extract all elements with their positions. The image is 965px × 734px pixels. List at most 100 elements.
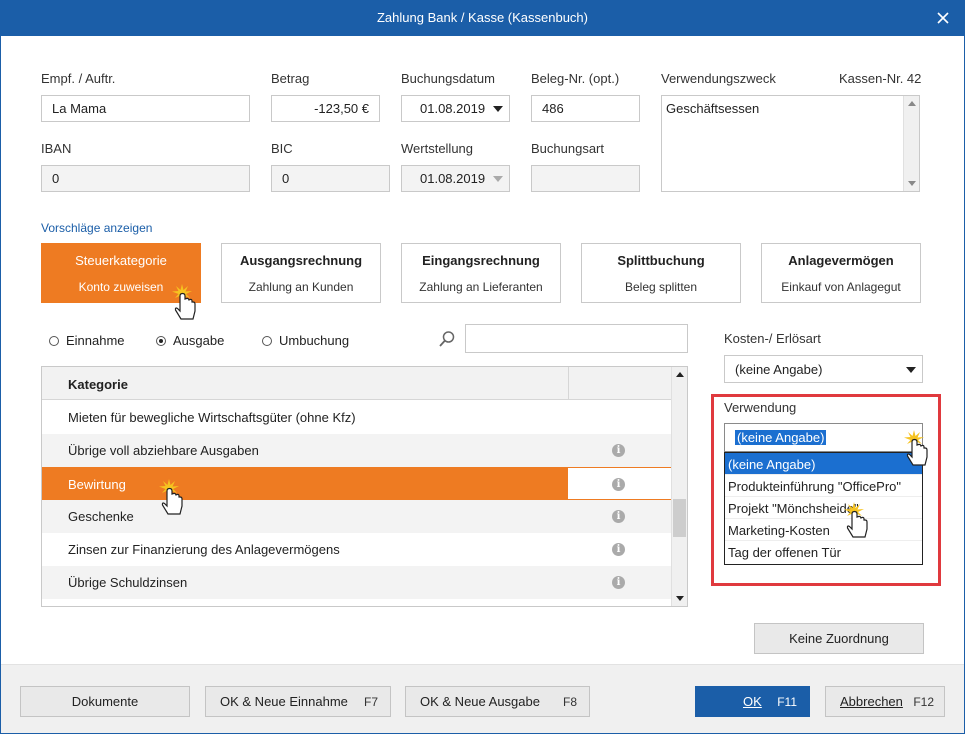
wertstellung-label: Wertstellung (401, 141, 474, 156)
iban-label: IBAN (41, 141, 72, 156)
close-button[interactable] (921, 0, 965, 36)
button-label: Dokumente (71, 694, 139, 709)
verwendung-options-list: (keine Angabe) Produkteinführung "Office… (724, 452, 923, 565)
kosten-label: Kosten-/ Erlösart (724, 331, 821, 346)
scroll-down-icon (908, 181, 916, 186)
bic-input[interactable]: 0 (271, 165, 390, 192)
kassen-nr: Kassen-Nr. 42 (839, 71, 922, 86)
buchungsdatum-label: Buchungsdatum (401, 71, 495, 86)
hand-pointer-icon (172, 284, 196, 320)
chevron-down-icon (906, 367, 916, 373)
radio-circle (262, 335, 272, 346)
buchungsdatum-value: 01.08.2019 (420, 101, 486, 116)
hand-pointer-icon (904, 430, 928, 466)
empf-label: Empf. / Auftr. (41, 71, 116, 86)
verwendung-dropdown[interactable]: (keine Angabe) (724, 423, 923, 452)
buchungsart-label: Buchungsart (531, 141, 604, 156)
shortcut-key: F8 (562, 695, 577, 709)
tile-eingangsrechnung[interactable]: Eingangsrechnung Zahlung an Lieferanten (401, 243, 561, 303)
tile-subtitle: Zahlung an Lieferanten (419, 280, 543, 294)
option-projekt[interactable]: Projekt "Mönchsheide" (725, 497, 922, 519)
table-row[interactable]: Übrige voll abziehbare Ausgaben i (42, 434, 672, 467)
radio-umbuchung[interactable]: Umbuchung (262, 333, 349, 348)
wertstellung-value: 01.08.2019 (420, 171, 486, 186)
scrollbar-thumb[interactable] (673, 499, 686, 537)
row-label: Mieten für bewegliche Wirtschaftsgüter (… (68, 410, 356, 425)
keine-zuordnung-button[interactable]: Keine Zuordnung (754, 623, 924, 654)
table-row[interactable]: Zinsen zur Finanzierung des Anlagevermög… (42, 533, 672, 566)
beleg-input[interactable]: 486 (531, 95, 640, 122)
radio-label: Einnahme (66, 333, 125, 348)
verwendung-value: (keine Angabe) (735, 430, 827, 445)
window-title: Zahlung Bank / Kasse (Kassenbuch) (376, 10, 588, 25)
close-icon (937, 12, 949, 24)
table-row[interactable]: Geschenke i (42, 500, 672, 533)
info-icon[interactable]: i (612, 576, 625, 589)
row-label: Zinsen zur Finanzierung des Anlagevermög… (68, 542, 340, 557)
betrag-input[interactable]: -123,50 € (271, 95, 380, 122)
tile-anlagevermoegen[interactable]: Anlagevermögen Einkauf von Anlagegut (761, 243, 921, 303)
iban-input[interactable]: 0 (41, 165, 250, 192)
verwendungszweck-textarea[interactable]: Geschäftsessen (661, 95, 920, 192)
wertstellung-dropdown[interactable]: 01.08.2019 (401, 165, 510, 192)
table-row[interactable]: Mieten für bewegliche Wirtschaftsgüter (… (42, 401, 672, 434)
kosten-dropdown[interactable]: (keine Angabe) (724, 355, 923, 383)
scroll-up-icon (908, 101, 916, 106)
tile-title: Eingangsrechnung (422, 253, 540, 268)
shortcut-key: F7 (363, 695, 378, 709)
textarea-scrollbar[interactable] (903, 96, 919, 191)
verwendungszweck-label: Verwendungszweck (661, 71, 776, 86)
radio-einnahme[interactable]: Einnahme (49, 333, 125, 348)
info-icon[interactable]: i (612, 478, 625, 491)
row-label: Bewirtung (68, 477, 126, 492)
hand-pointer-icon (844, 502, 868, 538)
ok-button[interactable]: OK F11 (695, 686, 810, 717)
info-icon[interactable]: i (612, 444, 625, 457)
betrag-label: Betrag (271, 71, 310, 86)
column-divider (568, 367, 569, 399)
search-icon (439, 331, 455, 347)
radio-label: Umbuchung (279, 333, 350, 348)
scroll-up-icon (676, 372, 684, 377)
ok-neue-einnahme-button[interactable]: OK & Neue Einnahme F7 (205, 686, 391, 717)
row-label: Geschenke (68, 509, 134, 524)
option-keine-angabe[interactable]: (keine Angabe) (725, 453, 922, 475)
radio-circle (49, 335, 59, 346)
chevron-down-icon (493, 106, 503, 112)
kosten-value: (keine Angabe) (735, 361, 823, 377)
info-icon[interactable]: i (612, 510, 625, 523)
ok-neue-ausgabe-button[interactable]: OK & Neue Ausgabe F8 (405, 686, 590, 717)
verwendung-label: Verwendung (724, 400, 797, 415)
option-marketing[interactable]: Marketing-Kosten (725, 519, 922, 541)
option-tag-der-offenen-tuer[interactable]: Tag der offenen Tür (725, 541, 922, 563)
button-label: Abbrechen (840, 694, 903, 709)
abbrechen-button[interactable]: Abbrechen F12 (825, 686, 945, 717)
scroll-down-icon (676, 596, 684, 601)
tile-ausgangsrechnung[interactable]: Ausgangsrechnung Zahlung an Kunden (221, 243, 381, 303)
radio-ausgabe[interactable]: Ausgabe (156, 333, 224, 348)
beleg-label: Beleg-Nr. (opt.) (531, 71, 620, 86)
bic-label: BIC (271, 141, 293, 156)
button-label: OK & Neue Ausgabe (420, 694, 540, 709)
info-icon[interactable]: i (612, 543, 625, 556)
table-scrollbar[interactable] (671, 367, 687, 606)
shortcut-key: F12 (913, 695, 934, 709)
option-produkteinfuehrung[interactable]: Produkteinführung "OfficePro" (725, 475, 922, 497)
shortcut-key: F11 (777, 695, 797, 709)
empf-input[interactable]: La Mama (41, 95, 250, 122)
table-row[interactable]: Übrige Schuldzinsen i (42, 566, 672, 599)
hand-pointer-icon (159, 479, 183, 515)
table-row-selected[interactable]: Bewirtung i (42, 467, 672, 500)
buchungsdatum-dropdown[interactable]: 01.08.2019 (401, 95, 510, 122)
buchungsart-input[interactable] (531, 165, 640, 192)
suggestions-link[interactable]: Vorschläge anzeigen (41, 221, 152, 235)
search-input[interactable] (465, 324, 688, 353)
tile-splittbuchung[interactable]: Splittbuchung Beleg splitten (581, 243, 741, 303)
button-label: OK & Neue Einnahme (220, 694, 348, 709)
tile-title: Splittbuchung (617, 253, 705, 268)
table-header: Kategorie (42, 367, 672, 400)
column-header-kategorie: Kategorie (68, 377, 128, 392)
dokumente-button[interactable]: Dokumente (20, 686, 190, 717)
tile-subtitle: Zahlung an Kunden (248, 280, 354, 294)
title-bar: Zahlung Bank / Kasse (Kassenbuch) (0, 0, 965, 36)
